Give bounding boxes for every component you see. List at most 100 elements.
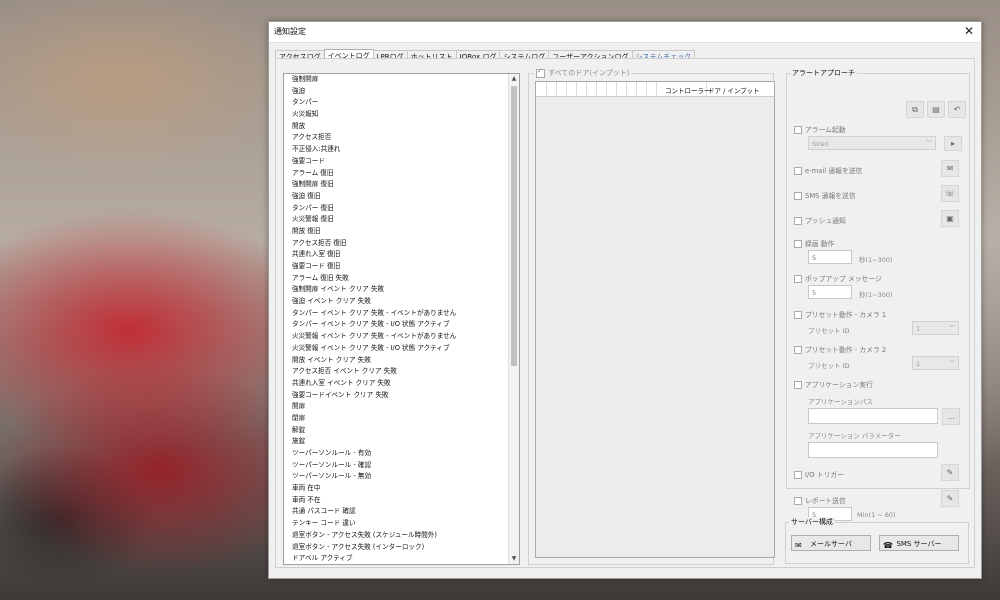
popup-checkbox[interactable] [794, 275, 802, 283]
play-sound-button[interactable]: ▸ [944, 136, 962, 151]
email-settings-icon[interactable]: ✉ [941, 160, 959, 177]
event-list-item[interactable]: 不正侵入:共連れ [292, 144, 507, 156]
event-list-item[interactable]: 強要コード 復旧 [292, 261, 507, 273]
event-list-item[interactable]: 強迫 イベント クリア 失敗 [292, 296, 507, 308]
event-list-item[interactable]: 車両 在中 [292, 483, 507, 495]
sms-server-button[interactable]: ☎ SMS サーバー [879, 535, 959, 551]
preset2-id-select[interactable]: 1 ﹀ [912, 356, 959, 370]
event-list-item[interactable]: 強制開扉 イベント クリア 失敗 [292, 284, 507, 296]
app-run-option[interactable]: アプリケーション実行 [794, 379, 873, 389]
app-param-label: アプリケーション パラメーター [808, 432, 901, 440]
popup-seconds-input[interactable]: 5 [808, 285, 852, 299]
event-list-item[interactable]: ツーパーソンルール - 無効 [292, 471, 507, 483]
push-checkbox[interactable] [794, 217, 802, 225]
io-trigger-checkbox[interactable] [794, 471, 802, 479]
event-list[interactable]: 強制開扉 強迫 タンパー 火災報知 開放 アクセス拒否 不正侵入:共連れ 強要コード アラーム … [283, 73, 520, 565]
event-list-item[interactable]: 退室ボタン - アクセス失敗 (インターロック) [292, 542, 507, 554]
push-option[interactable]: プッシュ通知 [794, 215, 846, 225]
event-list-item[interactable]: ドアベル アクティブ [292, 553, 507, 564]
preset2-option[interactable]: プリセット動作 - カメラ 2 [794, 344, 886, 354]
event-list-item[interactable]: タンパー 復旧 [292, 203, 507, 215]
push-settings-icon[interactable]: ▣ [941, 210, 959, 227]
alarm-start-option[interactable]: アラーム起動 [794, 124, 846, 134]
sms-checkbox[interactable] [794, 192, 802, 200]
event-list-item[interactable]: アクセス拒否 イベント クリア 失敗 [292, 366, 507, 378]
event-list-item[interactable]: 開扉 [292, 401, 507, 413]
event-list-item[interactable]: 解錠 [292, 425, 507, 437]
event-list-item[interactable]: 火災警報 イベント クリア 失敗 - I/O 状態 アクティブ [292, 343, 507, 355]
event-list-item[interactable]: タンパー イベント クリア 失敗 - I/O 状態 アクティブ [292, 319, 507, 331]
preset2-label: プリセット動作 - カメラ 2 [805, 346, 887, 354]
event-list-item[interactable]: アクセス拒否 復旧 [292, 238, 507, 250]
io-settings-icon[interactable]: ✎ [941, 464, 959, 481]
event-list-item[interactable]: 開放 復旧 [292, 226, 507, 238]
event-list-item[interactable]: 退室ボタン - アクセス失敗 (スケジュール時間外) [292, 530, 507, 542]
event-list-item[interactable]: 車両 不在 [292, 495, 507, 507]
event-list-item[interactable]: アラーム 復旧 失敗 [292, 273, 507, 285]
report-settings-icon[interactable]: ✎ [941, 490, 959, 507]
event-list-item[interactable]: 火災警報 イベント クリア 失敗 - イベントがありません [292, 331, 507, 343]
popup-option[interactable]: ポップアップ メッセージ [794, 273, 882, 283]
undo-icon[interactable]: ↶ [948, 101, 966, 118]
event-list-item[interactable]: 火災報知 [292, 109, 507, 121]
close-icon[interactable]: ✕ [961, 23, 977, 39]
report-option[interactable]: レポート送信 [794, 495, 846, 505]
event-list-item[interactable]: 火災警報 復旧 [292, 214, 507, 226]
email-option[interactable]: e-mail 通報を送信 [794, 165, 862, 175]
alarm-sound-select[interactable]: Siren ﹀ [808, 136, 936, 150]
controller-column-header[interactable]: コントローラー [665, 85, 711, 95]
event-list-scrollbar[interactable]: ▲ ▼ [508, 74, 519, 564]
preset2-checkbox[interactable] [794, 346, 802, 354]
preset1-checkbox[interactable] [794, 311, 802, 319]
event-list-item[interactable]: 強要コード [292, 156, 507, 168]
event-list-item[interactable]: タンパー [292, 97, 507, 109]
event-list-item[interactable]: 閉扉 [292, 413, 507, 425]
alarm-start-checkbox[interactable] [794, 126, 802, 134]
mail-server-button[interactable]: ✉ メールサーバ [791, 535, 871, 551]
event-list-item[interactable]: アラーム 復旧 [292, 168, 507, 180]
event-list-item[interactable]: テンキー コード 違い [292, 518, 507, 530]
event-list-item[interactable]: 強制開扉 [292, 74, 507, 86]
report-minutes-input[interactable]: 5 [808, 507, 852, 521]
preset2-id-label: プリセット ID [808, 362, 850, 370]
sms-option[interactable]: SMS 通報を送信 [794, 190, 856, 200]
all-doors-checkbox[interactable] [536, 67, 545, 78]
event-list-item[interactable]: 施錠 [292, 436, 507, 448]
event-list-item[interactable]: 強要コードイベント クリア 失敗 [292, 390, 507, 402]
scroll-down-icon[interactable]: ▼ [509, 554, 519, 564]
sms-settings-icon[interactable]: ☏ [941, 185, 959, 202]
app-run-checkbox[interactable] [794, 381, 802, 389]
report-checkbox[interactable] [794, 497, 802, 505]
event-list-item[interactable]: 強迫 [292, 86, 507, 98]
event-list-item[interactable]: 開放 [292, 121, 507, 133]
record-seconds-input[interactable]: 5 [808, 250, 852, 264]
record-checkbox[interactable] [794, 240, 802, 248]
event-list-item[interactable]: ツーパーソンルール - 確認 [292, 460, 507, 472]
event-list-item[interactable]: 共連れ入室 イベント クリア 失敗 [292, 378, 507, 390]
event-list-item[interactable]: 強迫 復旧 [292, 191, 507, 203]
preset1-id-select[interactable]: 1 ﹀ [912, 321, 959, 335]
scroll-thumb[interactable] [511, 86, 517, 366]
door-table[interactable]: コントローラー ドア / インプット [535, 81, 775, 558]
door-input-column-header[interactable]: ドア / インプット [708, 85, 760, 95]
event-list-item[interactable]: アクセス拒否 [292, 132, 507, 144]
event-list-item[interactable]: 共通 パスコード 確認 [292, 506, 507, 518]
scroll-up-icon[interactable]: ▲ [509, 74, 519, 84]
io-trigger-option[interactable]: I/O トリガー [794, 469, 844, 479]
event-list-item[interactable]: ツーパーソンルール - 有効 [292, 448, 507, 460]
event-list-item[interactable]: 強制開扉 復旧 [292, 179, 507, 191]
app-path-input[interactable] [808, 408, 938, 424]
paste-icon[interactable]: ▤ [927, 101, 945, 118]
event-list-item[interactable]: 開放 イベント クリア 失敗 [292, 355, 507, 367]
browse-button[interactable]: ... [942, 408, 960, 425]
app-param-input[interactable] [808, 442, 938, 458]
event-list-item[interactable]: タンパー イベント クリア 失敗 - イベントがありません [292, 308, 507, 320]
event-list-item[interactable]: 共連れ入室 復旧 [292, 249, 507, 261]
preset1-option[interactable]: プリセット動作 - カメラ 1 [794, 309, 886, 319]
record-option[interactable]: 録画 動作 [794, 238, 834, 248]
all-doors-checkbox-row[interactable]: すべてのドア(インプット) [534, 67, 632, 78]
email-checkbox[interactable] [794, 167, 802, 175]
copy-icon[interactable]: ⧉ [906, 101, 924, 118]
record-unit: 秒(1~300) [859, 256, 893, 264]
event-list-items: 強制開扉 強迫 タンパー 火災報知 開放 アクセス拒否 不正侵入:共連れ 強要コード アラーム … [292, 74, 507, 564]
